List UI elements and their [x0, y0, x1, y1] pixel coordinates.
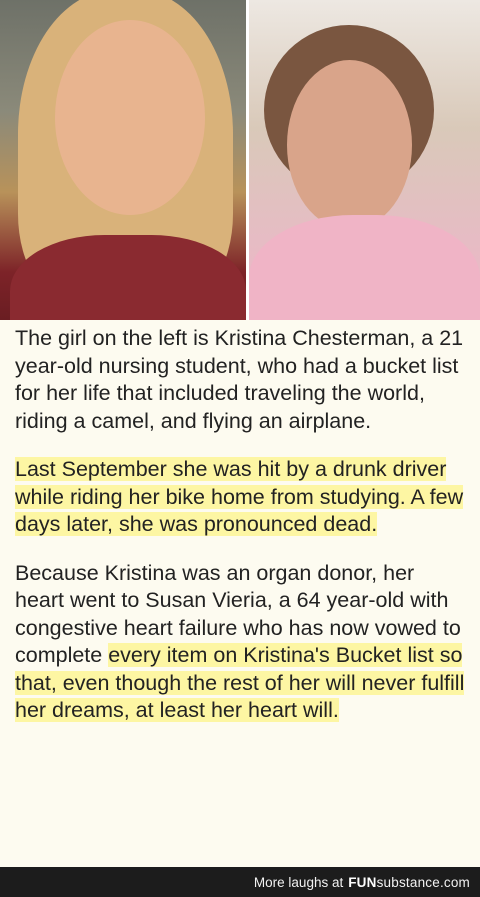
- footer-bar: More laughs at FUNsubstance.com: [0, 867, 480, 897]
- brand-link[interactable]: FUNsubstance.com: [348, 875, 470, 890]
- photo-strip: [0, 0, 480, 320]
- article-text: The girl on the left is Kristina Chester…: [15, 325, 465, 746]
- paragraph-intro: The girl on the left is Kristina Chester…: [15, 326, 464, 433]
- paragraph-donor: Because Kristina was an organ donor, her…: [15, 560, 465, 725]
- brand-tld: .com: [439, 874, 470, 890]
- brand-substance: substance: [376, 874, 440, 890]
- brand-fun: FUN: [348, 874, 377, 890]
- face: [55, 20, 205, 215]
- sweater: [249, 215, 480, 320]
- face: [287, 60, 412, 230]
- paragraph-accident: Last September she was hit by a drunk dr…: [15, 456, 465, 539]
- photo-kristina: [0, 0, 246, 320]
- photo-susan: [249, 0, 480, 320]
- highlighted-text: Last September she was hit by a drunk dr…: [15, 457, 464, 536]
- footer-tagline: More laughs at: [253, 874, 344, 890]
- shirt: [10, 235, 246, 320]
